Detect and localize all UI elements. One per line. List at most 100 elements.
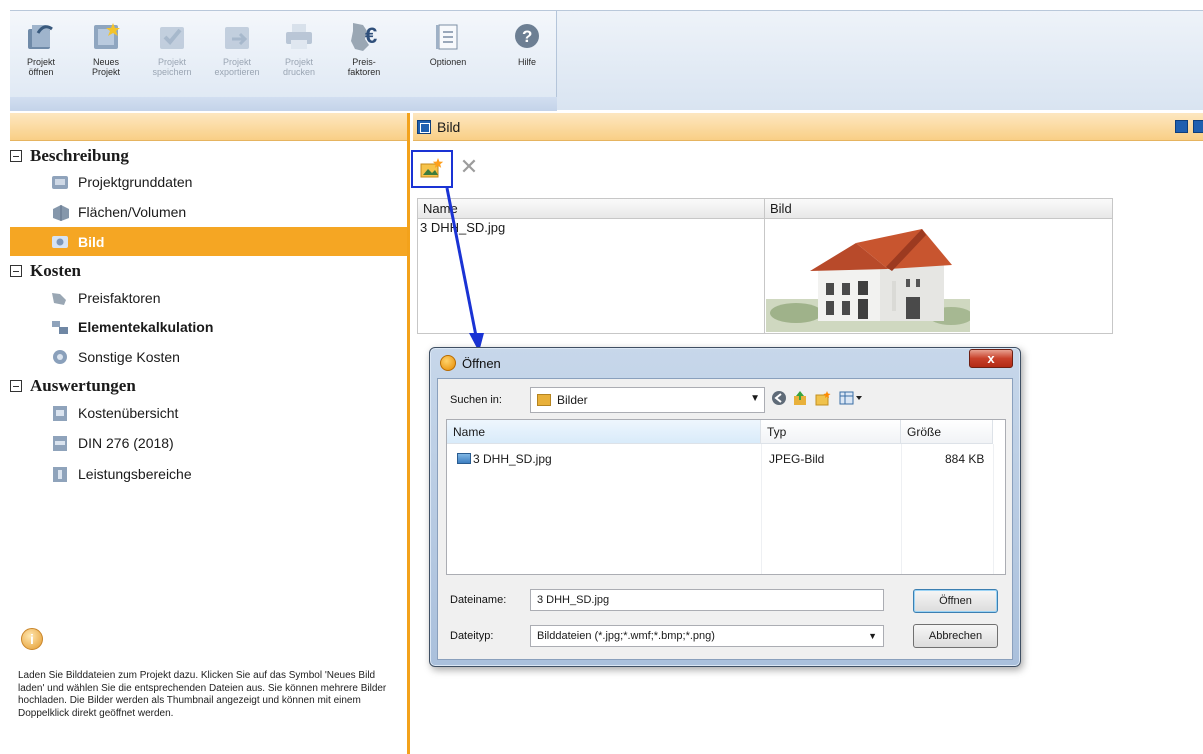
add-image-button[interactable]	[411, 150, 453, 188]
price-factors-button[interactable]: € Preis- faktoren	[337, 15, 391, 95]
price-factors-label: Preis- faktoren	[347, 57, 381, 77]
project-data-icon	[50, 173, 70, 191]
table-row-name[interactable]: 3 DHH_SD.jpg	[420, 220, 505, 235]
column-header-name[interactable]: Name	[447, 420, 761, 444]
new-project-icon	[89, 19, 123, 53]
open-file-dialog: Öffnen x Suchen in: Bilder ▼ Name Typ Gr…	[429, 347, 1021, 667]
group-kosten[interactable]: Kosten	[10, 260, 81, 282]
main-panel-header: Bild	[413, 113, 1203, 141]
collapse-icon[interactable]	[10, 380, 22, 392]
dialog-titlebar[interactable]: Öffnen x	[430, 348, 1020, 378]
nav-item-flaechen-volumen[interactable]: Flächen/Volumen	[10, 197, 407, 226]
file-row-name[interactable]: 3 DHH_SD.jpg	[457, 452, 552, 466]
app-icon	[440, 355, 456, 371]
save-project-button[interactable]: Projekt speichern	[145, 15, 199, 95]
nav-item-leistungsbereiche[interactable]: Leistungsbereiche	[10, 459, 407, 488]
ribbon-group-footer	[10, 97, 557, 111]
delete-icon: ✕	[459, 154, 479, 179]
collapse-icon[interactable]	[10, 150, 22, 162]
file-row-size: 884 KB	[945, 452, 985, 466]
group-beschreibung[interactable]: Beschreibung	[10, 145, 129, 167]
filetype-label: Dateityp:	[450, 630, 494, 642]
nav-item-projektgrunddaten[interactable]: Projektgrunddaten	[10, 167, 407, 196]
lookin-value: Bilder	[557, 393, 588, 407]
price-factors-icon: €	[347, 19, 381, 53]
house-thumbnail[interactable]	[766, 221, 973, 332]
group-title: Auswertungen	[30, 376, 136, 395]
cost-overview-icon	[50, 404, 70, 422]
column-divider	[993, 444, 994, 574]
delete-image-button[interactable]: ✕	[458, 156, 480, 178]
print-project-label: Projekt drucken	[282, 57, 316, 77]
new-folder-icon[interactable]	[815, 390, 831, 406]
collapse-icon[interactable]	[10, 265, 22, 277]
column-header-name[interactable]: Name	[418, 199, 764, 219]
panel-close-icon[interactable]	[1193, 120, 1203, 133]
export-project-icon	[220, 19, 254, 53]
nav-item-preisfaktoren[interactable]: Preisfaktoren	[10, 283, 407, 312]
column-header-type[interactable]: Typ	[761, 420, 901, 444]
lookin-label: Suchen in:	[450, 394, 502, 406]
image-file-icon	[457, 453, 471, 464]
help-icon: ?	[510, 19, 544, 53]
ribbon-toolbar: Projekt öffnen Neues Projekt Projekt spe…	[10, 10, 1203, 111]
nav-item-kostenuebersicht[interactable]: Kostenübersicht	[10, 398, 407, 427]
element-calc-icon	[50, 318, 70, 336]
navigation-header	[10, 113, 407, 141]
nav-item-label: Sonstige Kosten	[78, 348, 180, 365]
new-project-label: Neues Projekt	[91, 57, 120, 77]
export-project-button[interactable]: Projekt exportieren	[210, 15, 264, 95]
column-header-bild[interactable]: Bild	[765, 199, 1112, 219]
nav-item-label: DIN 276 (2018)	[78, 434, 174, 451]
nav-item-label: Projektgrunddaten	[78, 173, 193, 190]
dialog-close-button[interactable]: x	[969, 349, 1013, 368]
lookin-select[interactable]: Bilder ▼	[530, 387, 765, 413]
nav-item-sonstige-kosten[interactable]: Sonstige Kosten	[10, 342, 407, 371]
file-list[interactable]: Name Typ Größe 3 DHH_SD.jpg JPEG-Bild 88…	[446, 419, 1006, 575]
add-image-icon	[419, 156, 445, 183]
info-text: Laden Sie Bilddateien zum Projekt dazu. …	[18, 670, 387, 719]
print-project-button[interactable]: Projekt drucken	[272, 15, 326, 95]
filename-input[interactable]: 3 DHH_SD.jpg	[530, 589, 884, 611]
cancel-button[interactable]: Abbrechen	[913, 624, 998, 648]
up-folder-icon[interactable]	[792, 390, 808, 406]
info-icon: i	[21, 628, 43, 650]
nav-item-label: Flächen/Volumen	[78, 203, 187, 220]
main-panel-title: Bild	[437, 118, 461, 135]
help-button[interactable]: ? Hilfe	[500, 15, 554, 95]
column-divider	[764, 199, 765, 333]
nav-item-bild[interactable]: Bild	[10, 227, 407, 256]
file-row-type: JPEG-Bild	[769, 452, 825, 466]
nav-item-din-276[interactable]: DIN 276 (2018)	[10, 428, 407, 457]
svg-text:€: €	[365, 23, 377, 48]
column-divider	[901, 444, 902, 574]
options-button[interactable]: Optionen	[421, 15, 475, 95]
open-button[interactable]: Öffnen	[913, 589, 998, 613]
view-menu-icon[interactable]	[839, 390, 863, 406]
back-icon[interactable]	[771, 390, 787, 406]
file-name: 3 DHH_SD.jpg	[473, 452, 552, 466]
filetype-value: Bilddateien (*.jpg;*.wmf;*.bmp;*.png)	[537, 630, 715, 642]
table-header: Name Bild	[418, 199, 1112, 219]
panel-restore-icon[interactable]	[1175, 120, 1188, 133]
help-label: Hilfe	[517, 57, 536, 67]
nav-item-label: Bild	[78, 233, 105, 250]
chevron-down-icon: ▼	[868, 631, 877, 641]
din-icon	[50, 434, 70, 452]
nav-item-elementekalkulation[interactable]: Elementekalkulation	[10, 312, 407, 341]
image-table: Name Bild 3 DHH_SD.jpg	[417, 198, 1113, 334]
area-volume-icon	[50, 203, 70, 221]
column-header-size[interactable]: Größe	[901, 420, 993, 444]
price-factors-icon	[50, 289, 70, 307]
new-project-button[interactable]: Neues Projekt	[79, 15, 133, 95]
group-auswertungen[interactable]: Auswertungen	[10, 375, 136, 397]
open-project-button[interactable]: Projekt öffnen	[14, 15, 68, 95]
options-label: Optionen	[429, 57, 467, 67]
svg-text:?: ?	[522, 27, 532, 46]
nav-item-label: Kostenübersicht	[78, 404, 179, 421]
dialog-title: Öffnen	[462, 355, 501, 371]
filetype-select[interactable]: Bilddateien (*.jpg;*.wmf;*.bmp;*.png) ▼	[530, 625, 884, 647]
nav-item-label: Preisfaktoren	[78, 289, 161, 306]
chevron-down-icon: ▼	[750, 393, 760, 404]
group-title: Beschreibung	[30, 146, 129, 165]
